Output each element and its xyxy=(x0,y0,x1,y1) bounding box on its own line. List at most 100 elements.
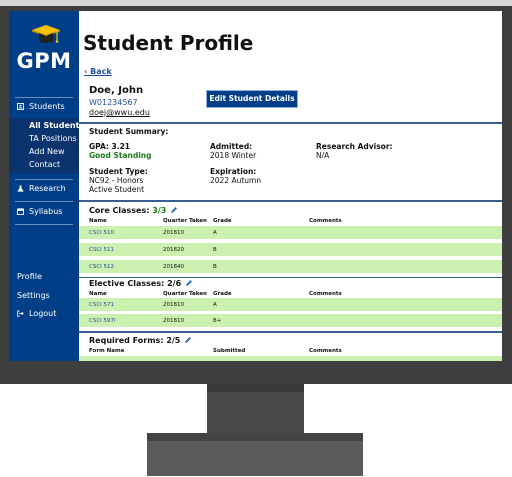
student-id: W01234567 xyxy=(89,98,138,107)
submenu-contact[interactable]: Contact xyxy=(29,160,60,169)
graduation-cap-icon xyxy=(32,25,60,43)
pencil-icon[interactable] xyxy=(170,206,178,214)
student-type-value: NC92 - Honors xyxy=(89,176,144,185)
submenu-all-students[interactable]: All Students xyxy=(29,121,84,130)
grade-cell: B+ xyxy=(213,318,222,324)
sidebar-divider xyxy=(15,201,73,202)
advisor-label: Research Advisor: xyxy=(316,142,393,151)
sidebar-item-label: Logout xyxy=(29,309,57,318)
column-header-submitted: Submitted xyxy=(213,348,246,354)
column-header-comments: Comments xyxy=(309,348,342,354)
sidebar-item-research[interactable]: Research xyxy=(17,184,66,193)
column-header-form-name: Form Name xyxy=(89,348,125,354)
submenu-ta-positions[interactable]: TA Positions xyxy=(29,134,77,143)
class-name-link[interactable]: CSCI 571 xyxy=(89,302,114,308)
column-header-name: Name xyxy=(89,218,107,224)
table-row[interactable]: CSCI 512 201840 B xyxy=(79,260,502,274)
grade-cell: A xyxy=(213,302,217,308)
back-link[interactable]: ‹ Back xyxy=(84,67,112,76)
column-header-grade: Grade xyxy=(213,218,232,224)
core-classes-count: 3/3 xyxy=(152,206,167,215)
column-header-grade: Grade xyxy=(213,291,232,297)
logo[interactable]: GPM xyxy=(9,11,79,91)
required-forms-heading: Required Forms: 2/5 xyxy=(89,336,192,345)
sidebar-divider xyxy=(15,179,73,180)
class-name-link[interactable]: CSCI 597I xyxy=(89,318,116,324)
standing-status: Good Standing xyxy=(89,151,152,160)
sidebar-item-syllabus[interactable]: Syllabus xyxy=(17,207,62,216)
quarter-cell: 201810 xyxy=(163,318,184,324)
pencil-icon[interactable] xyxy=(185,279,193,287)
class-name-link[interactable]: CSCI 511 xyxy=(89,247,114,253)
flask-icon xyxy=(17,185,24,192)
grade-cell: B xyxy=(213,264,217,270)
screen: GPM Students All Students TA Positions A… xyxy=(9,11,502,361)
grade-cell: A xyxy=(213,230,217,236)
pencil-icon[interactable] xyxy=(184,336,192,344)
students-submenu: All Students TA Positions Add New Contac… xyxy=(9,118,84,173)
sidebar-item-label: Syllabus xyxy=(29,207,63,216)
monitor-base-top xyxy=(147,433,363,441)
section-divider xyxy=(79,277,502,278)
submenu-add-new[interactable]: Add New xyxy=(29,147,64,156)
quarter-cell: 201810 xyxy=(163,230,184,236)
section-divider xyxy=(79,200,502,202)
expiration-label: Expiration: xyxy=(210,167,257,176)
page-title: Student Profile xyxy=(83,31,254,55)
main-content: Student Profile ‹ Back Doe, John W012345… xyxy=(79,11,502,361)
back-label: Back xyxy=(90,67,112,76)
logout-icon xyxy=(17,310,24,317)
sidebar-item-label: Students xyxy=(29,102,65,111)
quarter-cell: 201840 xyxy=(163,264,184,270)
id-card-icon xyxy=(17,103,24,110)
edit-student-details-button[interactable]: Edit Student Details xyxy=(206,90,298,108)
required-forms-title: Required Forms: xyxy=(89,336,164,345)
core-classes-heading: Core Classes: 3/3 xyxy=(89,206,178,215)
quarter-cell: 201820 xyxy=(163,247,184,253)
quarter-cell: 201810 xyxy=(163,302,184,308)
table-row[interactable]: CSCI 510 201810 A xyxy=(79,226,502,240)
column-header-quarter: Quarter Taken xyxy=(163,218,207,224)
monitor-stand-shadow xyxy=(207,384,304,392)
section-divider xyxy=(79,122,502,124)
grade-cell: B xyxy=(213,247,217,253)
elective-classes-count: 2/6 xyxy=(167,279,182,288)
section-divider xyxy=(79,331,502,333)
sidebar: GPM Students All Students TA Positions A… xyxy=(9,11,84,361)
column-header-comments: Comments xyxy=(309,218,342,224)
logo-text: GPM xyxy=(16,49,72,73)
sidebar-item-logout[interactable]: Logout xyxy=(17,309,56,318)
elective-classes-heading: Elective Classes: 2/6 xyxy=(89,279,193,288)
summary-heading: Student Summary: xyxy=(89,127,169,136)
expiration-value: 2022 Autumn xyxy=(210,176,262,185)
table-row[interactable] xyxy=(79,356,502,361)
sidebar-divider xyxy=(15,224,73,225)
table-row[interactable]: CSCI 597I 201810 B+ xyxy=(79,314,502,328)
student-name: Doe, John xyxy=(89,85,144,96)
table-row[interactable]: CSCI 511 201820 B xyxy=(79,243,502,257)
class-name-link[interactable]: CSCI 510 xyxy=(89,230,114,236)
sidebar-item-label: Research xyxy=(29,184,66,193)
core-classes-title: Core Classes: xyxy=(89,206,150,215)
column-header-name: Name xyxy=(89,291,107,297)
sidebar-item-settings[interactable]: Settings xyxy=(17,291,50,300)
required-forms-count: 2/5 xyxy=(166,336,181,345)
class-name-link[interactable]: CSCI 512 xyxy=(89,264,114,270)
student-status-value: Active Student xyxy=(89,185,145,194)
calendar-icon xyxy=(17,208,24,215)
sidebar-item-label: Settings xyxy=(17,291,50,300)
student-type-label: Student Type: xyxy=(89,167,148,176)
advisor-value: N/A xyxy=(316,151,330,160)
column-header-comments: Comments xyxy=(309,291,342,297)
elective-classes-title: Elective Classes: xyxy=(89,279,165,288)
sidebar-divider xyxy=(15,97,73,98)
student-email-link[interactable]: doej@wwu.edu xyxy=(89,108,150,117)
sidebar-item-label: Profile xyxy=(17,272,42,281)
admitted-label: Admitted: xyxy=(210,142,253,151)
table-row[interactable]: CSCI 571 201810 A xyxy=(79,298,502,312)
admitted-value: 2018 Winter xyxy=(210,151,257,160)
gpa-label: GPA: 3.21 xyxy=(89,142,131,151)
sidebar-item-students[interactable]: Students xyxy=(17,102,65,111)
column-header-quarter: Quarter Taken xyxy=(163,291,207,297)
sidebar-item-profile[interactable]: Profile xyxy=(17,272,42,281)
